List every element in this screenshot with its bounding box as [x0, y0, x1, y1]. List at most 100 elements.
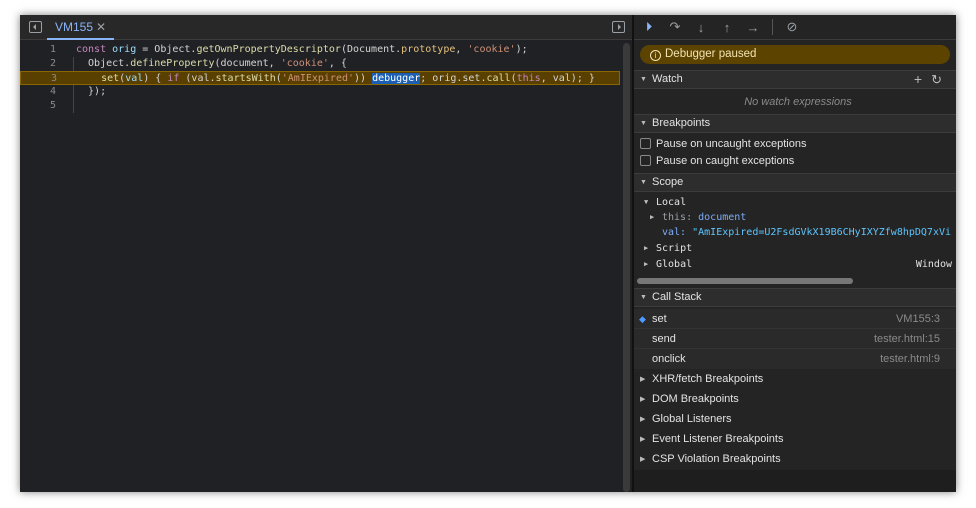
info-icon: i	[650, 50, 661, 61]
code-text: });	[76, 86, 107, 97]
checkbox-label: Pause on uncaught exceptions	[656, 138, 807, 150]
frame-name: set	[652, 313, 667, 325]
expand-triangle-icon: ▶	[650, 213, 655, 221]
property-key: this:	[662, 212, 693, 223]
scope-label: Global	[656, 259, 693, 270]
expand-triangle-icon: ▶	[640, 436, 646, 443]
current-frame-arrow-icon: ◆	[639, 314, 646, 324]
expand-triangle-icon: ▼	[640, 76, 647, 83]
refresh-icon[interactable]: ↻	[931, 71, 942, 88]
debugger-sidebar: ⏵ ↷ ↓ ↑ → ⊘ i Debugger paused ▼ Watch + ↻ No…	[634, 15, 956, 492]
deactivate-breakpoints-icon[interactable]: ⊘	[785, 19, 799, 35]
scope-local[interactable]: ▼ Local	[634, 195, 956, 210]
call-frame-send[interactable]: send tester.html:15	[634, 329, 956, 349]
expand-triangle-icon: ▶	[644, 244, 649, 252]
code-editor: VM155 ✕ 1 const orig = Object.getOwnProper…	[20, 15, 632, 492]
frame-name: send	[652, 333, 676, 345]
frame-location[interactable]: tester.html:15	[874, 329, 940, 349]
step-icon[interactable]: →	[746, 20, 760, 35]
expand-triangle-icon: ▶	[640, 456, 646, 463]
sidebar-empty-area	[634, 470, 956, 492]
checkbox[interactable]	[640, 138, 651, 149]
property-key: val:	[662, 227, 687, 238]
expand-triangle-icon: ▶	[640, 416, 646, 423]
frame-location[interactable]: tester.html:9	[880, 349, 940, 369]
section-title: CSP Violation Breakpoints	[652, 453, 781, 465]
expand-triangle-icon: ▼	[640, 179, 647, 186]
step-into-icon[interactable]: ↓	[694, 20, 708, 35]
watch-header[interactable]: ▼ Watch + ↻	[634, 70, 956, 89]
property-value: "AmIExpired=U2FsdGVkX19B6CHyIXYZfw8hpDQ7…	[692, 227, 952, 238]
tab-bar: VM155 ✕	[20, 15, 632, 40]
scope-script[interactable]: ▶ Script	[634, 241, 956, 256]
step-over-icon[interactable]: ↷	[668, 19, 682, 35]
debugger-paused-banner: i Debugger paused	[640, 45, 950, 64]
close-tab-icon[interactable]: ✕	[96, 20, 106, 34]
scope-val[interactable]: val: "AmIExpired=U2FsdGVkX19B6CHyIXYZfw8…	[634, 225, 956, 240]
paused-text: Debugger paused	[665, 48, 757, 60]
section-title: DOM Breakpoints	[652, 393, 739, 405]
debugger-toolbar: ⏵ ↷ ↓ ↑ → ⊘	[634, 15, 956, 40]
line-number[interactable]: 1	[20, 43, 56, 57]
expand-triangle-icon: ▶	[644, 260, 649, 268]
call-stack-header[interactable]: ▼ Call Stack	[634, 288, 956, 307]
expand-triangle-icon: ▼	[640, 294, 647, 301]
call-frame-set[interactable]: ◆ set VM155:3	[634, 309, 956, 329]
expand-triangle-icon: ▶	[640, 376, 646, 383]
tab-label: VM155	[55, 20, 94, 34]
event-listener-breakpoints-section[interactable]: ▶ Event Listener Breakpoints	[634, 429, 956, 449]
property-value: document	[698, 212, 747, 223]
code-text: set(val) { if (val.startsWith('AmIExpire…	[101, 73, 595, 84]
checkbox-label: Pause on caught exceptions	[656, 155, 795, 167]
section-title: Global Listeners	[652, 413, 732, 425]
section-title: Scope	[652, 176, 684, 188]
checkbox[interactable]	[640, 155, 651, 166]
section-title: XHR/fetch Breakpoints	[652, 373, 764, 385]
expand-triangle-icon: ▶	[640, 396, 646, 403]
scope-value: Window	[915, 259, 952, 270]
global-listeners-section[interactable]: ▶ Global Listeners	[634, 409, 956, 429]
devtools-sources-panel: VM155 ✕ 1 const orig = Object.getOwnProper…	[20, 15, 956, 492]
csp-violation-breakpoints-section[interactable]: ▶ CSP Violation Breakpoints	[634, 449, 956, 469]
section-title: Watch	[652, 73, 683, 85]
code-line[interactable]: 4 });	[20, 85, 620, 99]
scope-label: Script	[656, 243, 693, 254]
code-line[interactable]: 1 const orig = Object.getOwnPropertyDescr…	[20, 43, 620, 57]
scope-horizontal-scrollbar[interactable]	[637, 278, 853, 284]
step-out-icon[interactable]: ↑	[720, 20, 734, 35]
expand-triangle-icon: ▼	[640, 120, 647, 127]
scope-label: Local	[656, 197, 687, 208]
toggle-navigator-icon[interactable]	[29, 21, 42, 33]
scope-global[interactable]: ▶ Global Window	[634, 257, 956, 272]
code-line[interactable]: 2 Object.defineProperty(document, 'cooki…	[20, 57, 620, 71]
no-watch-text: No watch expressions	[744, 96, 852, 108]
line-number[interactable]: 5	[20, 99, 56, 113]
scope-this[interactable]: ▶ this: document	[634, 210, 956, 225]
section-title: Event Listener Breakpoints	[652, 433, 784, 445]
editor-scrollbar[interactable]	[623, 43, 630, 492]
add-watch-icon[interactable]: +	[914, 71, 922, 88]
line-number[interactable]: 4	[20, 85, 56, 99]
xhr-breakpoints-section[interactable]: ▶ XHR/fetch Breakpoints	[634, 369, 956, 389]
pause-uncaught-checkbox[interactable]: Pause on uncaught exceptions	[634, 136, 956, 153]
scope-header[interactable]: ▼ Scope	[634, 173, 956, 192]
line-number[interactable]: 2	[20, 57, 56, 71]
line-number[interactable]: 3	[21, 72, 57, 86]
paused-code-line[interactable]: 3 set(val) { if (val.startsWith('AmIExpi…	[20, 71, 620, 85]
toolbar-divider	[772, 19, 773, 35]
section-title: Breakpoints	[652, 117, 711, 129]
frame-location[interactable]: VM155:3	[896, 309, 940, 329]
code-line[interactable]: 5	[20, 99, 620, 113]
tab-vm155[interactable]: VM155 ✕	[47, 15, 115, 40]
resume-icon[interactable]: ⏵	[642, 19, 656, 35]
code-text: Object.defineProperty(document, 'cookie'…	[76, 58, 347, 69]
code-text: const orig = Object.getOwnPropertyDescri…	[76, 44, 528, 55]
toggle-debugger-icon[interactable]	[612, 21, 625, 33]
dom-breakpoints-section[interactable]: ▶ DOM Breakpoints	[634, 389, 956, 409]
breakpoints-header[interactable]: ▼ Breakpoints	[634, 114, 956, 133]
expand-triangle-icon: ▼	[644, 198, 649, 206]
frame-name: onclick	[652, 353, 686, 365]
code-lines[interactable]: 1 const orig = Object.getOwnPropertyDescr…	[20, 43, 620, 113]
call-frame-onclick[interactable]: onclick tester.html:9	[634, 349, 956, 369]
pause-caught-checkbox[interactable]: Pause on caught exceptions	[634, 153, 956, 170]
